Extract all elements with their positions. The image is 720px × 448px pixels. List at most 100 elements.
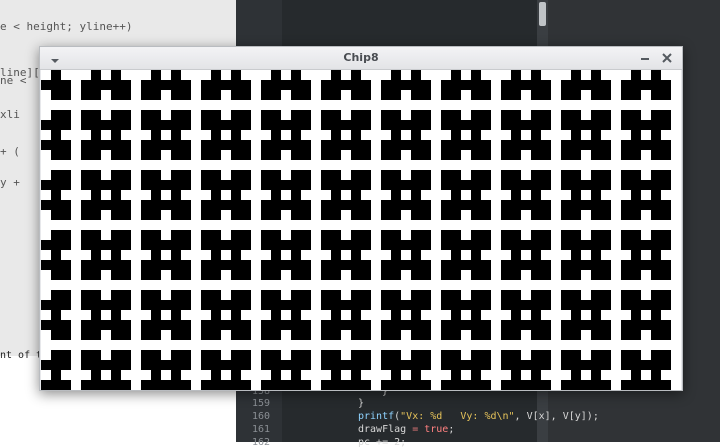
display-pixel bbox=[161, 280, 171, 290]
display-pixel bbox=[81, 100, 91, 110]
display-pixel bbox=[611, 120, 621, 130]
display-pixel bbox=[221, 130, 231, 140]
display-pixel bbox=[61, 250, 71, 260]
display-pixel bbox=[71, 140, 81, 150]
display-pixel bbox=[531, 340, 541, 350]
display-pixel bbox=[101, 290, 111, 300]
display-pixel bbox=[611, 240, 621, 250]
display-pixel bbox=[111, 100, 121, 110]
display-pixel bbox=[581, 310, 591, 320]
display-pixel bbox=[131, 200, 141, 210]
display-pixel bbox=[191, 310, 201, 320]
display-pixel bbox=[671, 80, 681, 90]
display-pixel bbox=[101, 280, 111, 290]
display-pixel bbox=[261, 340, 271, 350]
display-pixel bbox=[581, 280, 591, 290]
close-icon[interactable] bbox=[660, 50, 674, 64]
display-pixel bbox=[671, 190, 681, 200]
display-pixel bbox=[181, 70, 191, 80]
display-pixel bbox=[221, 330, 231, 340]
display-pixel bbox=[101, 270, 111, 280]
minimize-icon[interactable] bbox=[638, 50, 652, 64]
display-pixel bbox=[181, 250, 191, 260]
display-pixel bbox=[331, 100, 341, 110]
display-pixel bbox=[101, 340, 111, 350]
display-pixel bbox=[551, 270, 561, 280]
display-pixel bbox=[321, 250, 331, 260]
display-pixel bbox=[61, 130, 71, 140]
display-pixel bbox=[341, 110, 351, 120]
display-pixel bbox=[81, 220, 91, 230]
display-pixel bbox=[301, 100, 311, 110]
display-pixel bbox=[571, 340, 581, 350]
display-pixel bbox=[491, 380, 501, 390]
display-pixel bbox=[291, 160, 301, 170]
display-pixel bbox=[131, 190, 141, 200]
display-pixel bbox=[431, 150, 441, 160]
display-pixel bbox=[541, 340, 551, 350]
display-pixel bbox=[441, 160, 451, 170]
display-pixel bbox=[71, 350, 81, 360]
display-pixel bbox=[671, 380, 681, 390]
display-pixel bbox=[581, 350, 591, 360]
display-pixel bbox=[641, 290, 651, 300]
display-pixel bbox=[431, 210, 441, 220]
display-pixel bbox=[251, 310, 261, 320]
display-pixel bbox=[241, 280, 251, 290]
display-pixel bbox=[311, 350, 321, 360]
display-pixel bbox=[491, 120, 501, 130]
display-pixel bbox=[661, 70, 671, 80]
display-pixel bbox=[381, 340, 391, 350]
display-pixel bbox=[631, 100, 641, 110]
display-pixel bbox=[311, 250, 321, 260]
display-pixel bbox=[491, 370, 501, 380]
display-pixel bbox=[461, 150, 471, 160]
chip8-window[interactable]: Chip8 bbox=[39, 46, 683, 391]
display-pixel bbox=[621, 310, 631, 320]
display-pixel bbox=[51, 100, 61, 110]
display-pixel bbox=[671, 120, 681, 130]
display-pixel bbox=[271, 280, 281, 290]
display-pixel bbox=[311, 280, 321, 290]
display-pixel bbox=[281, 190, 291, 200]
display-pixel bbox=[441, 280, 451, 290]
display-pixel bbox=[191, 110, 201, 120]
display-pixel bbox=[581, 370, 591, 380]
display-pixel bbox=[401, 310, 411, 320]
display-pixel bbox=[541, 100, 551, 110]
display-pixel bbox=[381, 310, 391, 320]
window-titlebar[interactable]: Chip8 bbox=[40, 47, 682, 70]
display-pixel bbox=[611, 270, 621, 280]
display-pixel bbox=[491, 170, 501, 180]
editor-scrollbar-thumb[interactable] bbox=[539, 2, 546, 26]
display-pixel bbox=[201, 310, 211, 320]
display-pixel bbox=[511, 340, 521, 350]
display-pixel bbox=[431, 80, 441, 90]
display-pixel bbox=[71, 230, 81, 240]
display-pixel bbox=[581, 90, 591, 100]
display-pixel bbox=[321, 280, 331, 290]
display-pixel bbox=[641, 350, 651, 360]
display-pixel bbox=[421, 220, 431, 230]
display-pixel bbox=[651, 220, 661, 230]
display-pixel bbox=[131, 120, 141, 130]
display-pixel bbox=[431, 220, 441, 230]
display-pixel bbox=[281, 110, 291, 120]
display-pixel bbox=[191, 230, 201, 240]
display-pixel bbox=[511, 160, 521, 170]
display-pixel bbox=[201, 220, 211, 230]
display-pixel bbox=[671, 170, 681, 180]
display-pixel bbox=[161, 100, 171, 110]
display-pixel bbox=[81, 370, 91, 380]
display-pixel bbox=[671, 260, 681, 270]
display-pixel bbox=[221, 370, 231, 380]
display-pixel bbox=[421, 130, 431, 140]
display-pixel bbox=[41, 100, 51, 110]
display-pixel bbox=[131, 330, 141, 340]
display-pixel bbox=[191, 300, 201, 310]
display-pixel bbox=[251, 320, 261, 330]
display-pixel bbox=[551, 150, 561, 160]
display-pixel bbox=[611, 210, 621, 220]
display-pixel bbox=[561, 190, 571, 200]
display-pixel bbox=[371, 280, 381, 290]
